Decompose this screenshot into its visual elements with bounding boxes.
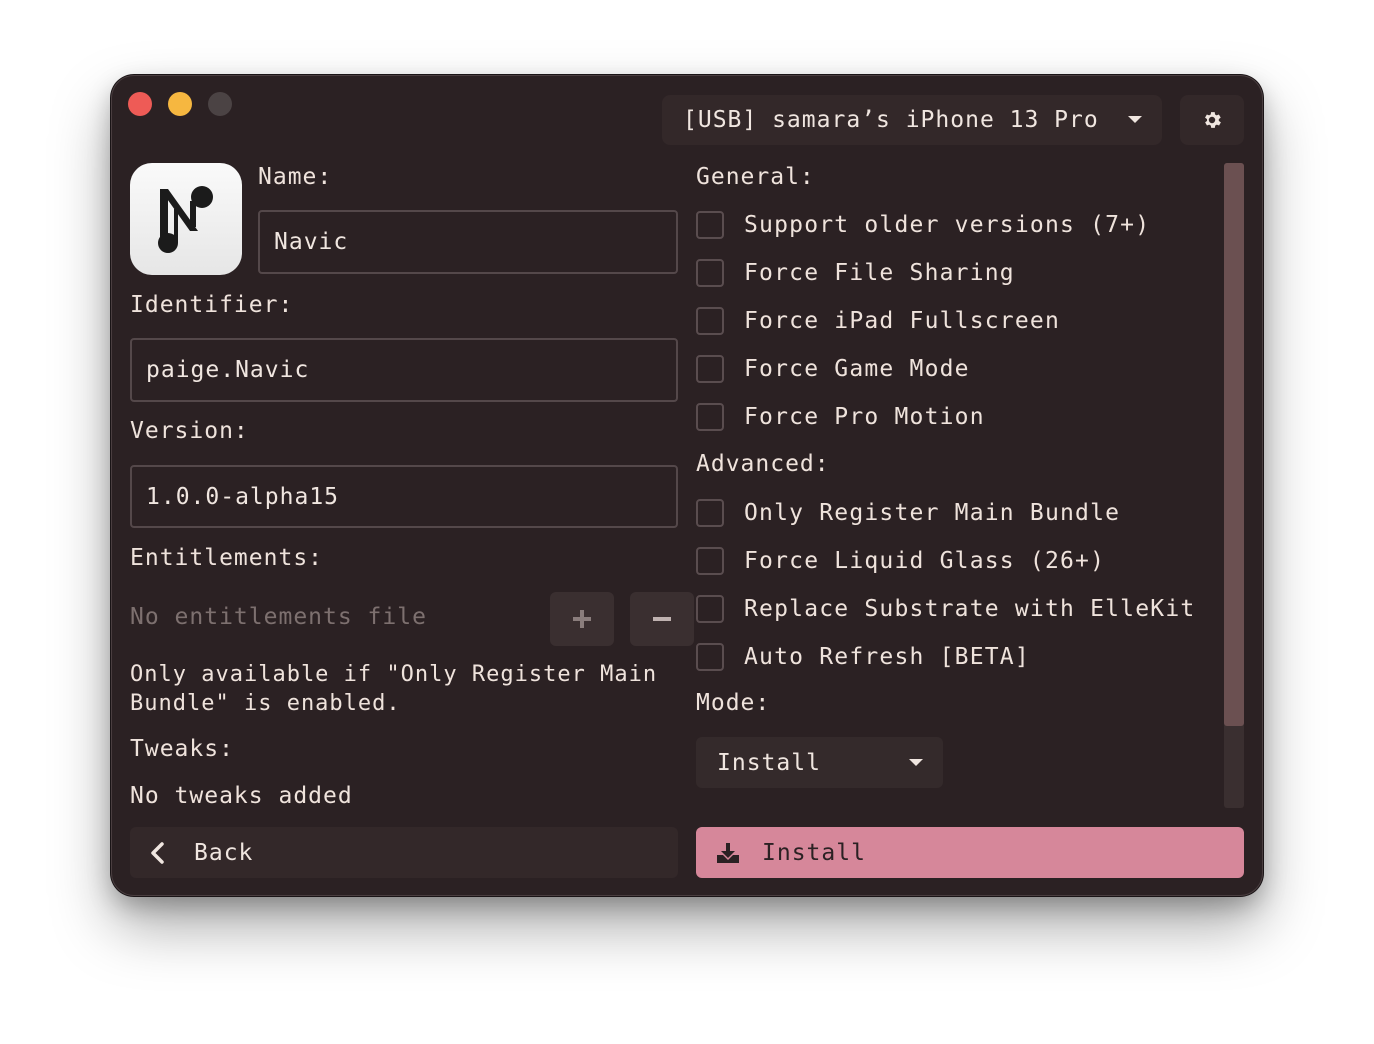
tweaks-label: Tweaks:	[130, 736, 234, 762]
checkbox-label: Force iPad Fullscreen	[744, 308, 1060, 334]
window-controls	[128, 92, 232, 116]
download-icon	[717, 842, 739, 863]
checkbox-box[interactable]	[696, 355, 724, 383]
minimize-button[interactable]	[168, 92, 192, 116]
remove-entitlements-button[interactable]	[630, 592, 694, 646]
checkbox-box[interactable]	[696, 211, 724, 239]
checkbox-label: Force Pro Motion	[744, 404, 985, 430]
chevron-down-icon	[1128, 116, 1142, 123]
install-button-label: Install	[762, 839, 866, 866]
checkbox-box[interactable]	[696, 547, 724, 575]
checkbox-force-pro-motion[interactable]: Force Pro Motion	[696, 403, 985, 431]
version-label: Version:	[130, 418, 249, 444]
entitlements-note-line-1: Only available if "Only Register Main	[130, 662, 658, 687]
checkbox-force-file-sharing[interactable]: Force File Sharing	[696, 259, 1015, 287]
back-button[interactable]: Back	[130, 827, 678, 878]
checkbox-support-older-versions[interactable]: Support older versions (7+)	[696, 211, 1150, 239]
checkbox-auto-refresh[interactable]: Auto Refresh [BETA]	[696, 643, 1030, 671]
checkbox-only-register-main-bundle[interactable]: Only Register Main Bundle	[696, 499, 1120, 527]
checkbox-force-game-mode[interactable]: Force Game Mode	[696, 355, 970, 383]
app-window: [USB] samara’s iPhone 13 Pro Name: Navic…	[112, 76, 1262, 895]
settings-button[interactable]	[1180, 95, 1244, 145]
back-button-label: Back	[194, 839, 254, 866]
zoom-button[interactable]	[208, 92, 232, 116]
install-button[interactable]: Install	[696, 827, 1244, 878]
general-section-label: General:	[696, 164, 815, 190]
checkbox-label: Replace Substrate with ElleKit	[744, 596, 1196, 622]
checkbox-box[interactable]	[696, 307, 724, 335]
checkbox-label: Auto Refresh [BETA]	[744, 644, 1030, 670]
mode-label: Mode:	[696, 690, 771, 716]
chevron-down-icon	[909, 759, 923, 766]
checkbox-force-liquid-glass[interactable]: Force Liquid Glass (26+)	[696, 547, 1105, 575]
version-input[interactable]: 1.0.0-alpha15	[130, 465, 678, 528]
checkbox-box[interactable]	[696, 259, 724, 287]
minus-icon	[653, 617, 671, 621]
close-button[interactable]	[128, 92, 152, 116]
identifier-label: Identifier:	[130, 292, 294, 318]
checkbox-box[interactable]	[696, 403, 724, 431]
add-entitlements-button[interactable]	[550, 592, 614, 646]
checkbox-label: Support older versions (7+)	[744, 212, 1151, 238]
identifier-input-value: paige.Navic	[146, 357, 310, 383]
checkbox-replace-substrate[interactable]: Replace Substrate with ElleKit	[696, 595, 1195, 623]
chevron-left-icon	[151, 841, 164, 864]
entitlements-label: Entitlements:	[130, 545, 324, 571]
name-input[interactable]: Navic	[258, 210, 678, 274]
mode-dropdown[interactable]: Install	[696, 737, 943, 788]
navic-app-icon	[158, 186, 213, 253]
checkbox-label: Force Game Mode	[744, 356, 970, 382]
tweaks-status: No tweaks added	[130, 783, 353, 809]
checkbox-force-ipad-fullscreen[interactable]: Force iPad Fullscreen	[696, 307, 1060, 335]
checkbox-box[interactable]	[696, 499, 724, 527]
gear-icon	[1205, 112, 1221, 128]
checkbox-label: Force Liquid Glass (26+)	[744, 548, 1106, 574]
name-input-value: Navic	[274, 229, 349, 255]
checkbox-box[interactable]	[696, 643, 724, 671]
device-dropdown-label: [USB] samara’s iPhone 13 Pro	[683, 107, 1099, 133]
mode-dropdown-value: Install	[717, 749, 821, 776]
checkbox-label: Only Register Main Bundle	[744, 500, 1121, 526]
advanced-section-label: Advanced:	[696, 451, 830, 477]
device-dropdown[interactable]: [USB] samara’s iPhone 13 Pro	[662, 95, 1162, 145]
scrollbar-thumb[interactable]	[1224, 163, 1244, 726]
identifier-input[interactable]: paige.Navic	[130, 338, 678, 402]
options-scrollbar[interactable]	[1224, 163, 1244, 808]
app-icon	[130, 163, 242, 275]
entitlements-file-status: No entitlements file	[130, 604, 427, 630]
name-label: Name:	[258, 164, 333, 190]
checkbox-label: Force File Sharing	[744, 260, 1015, 286]
entitlements-note-line-2: Bundle" is enabled.	[130, 691, 401, 716]
checkbox-box[interactable]	[696, 595, 724, 623]
plus-icon	[573, 610, 591, 628]
version-input-value: 1.0.0-alpha15	[146, 483, 340, 510]
